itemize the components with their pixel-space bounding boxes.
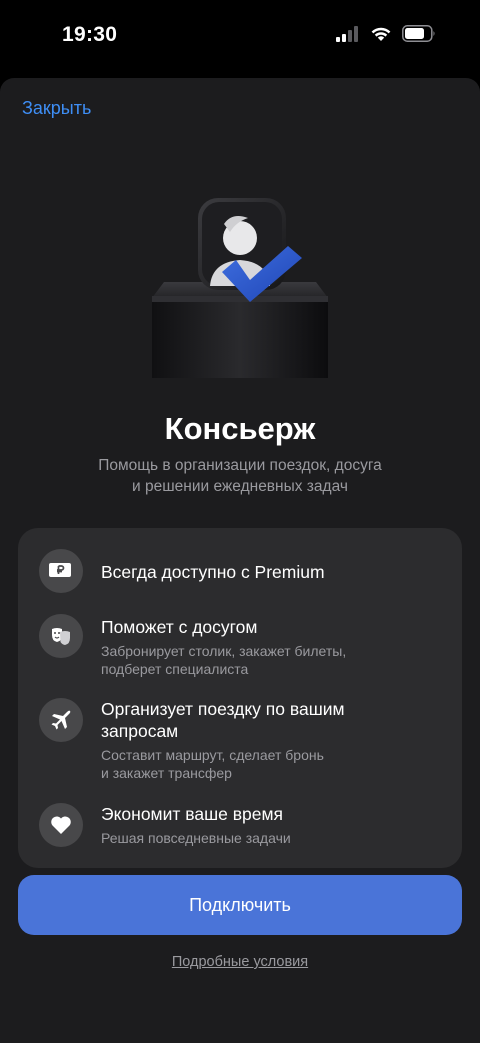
feature-title: Организует поездку по вашим запросам bbox=[101, 698, 446, 742]
page-subtitle: Помощь в организации поездок, досуга и р… bbox=[60, 455, 420, 497]
feature-title-line: запросам bbox=[101, 721, 179, 741]
theater-masks-icon bbox=[39, 614, 83, 658]
page-title: Консьерж bbox=[164, 411, 316, 446]
feature-desc-line: Забронирует столик, закажет билеты, bbox=[101, 643, 347, 659]
status-icons bbox=[336, 25, 436, 42]
feature-title: Всегда доступно с Premium bbox=[101, 562, 325, 582]
heart-icon bbox=[39, 803, 83, 847]
feature-title: Поможет с досугом bbox=[101, 617, 258, 637]
battery-icon bbox=[402, 25, 435, 42]
concierge-sheet: Закрыть Консьерж Помощь в организации по… bbox=[0, 78, 480, 1043]
feature-desc-line: Составит маршрут, сделает бронь bbox=[101, 747, 324, 763]
concierge-illustration-icon bbox=[152, 198, 328, 378]
airplane-icon bbox=[39, 698, 83, 742]
ruble-card-icon bbox=[39, 549, 83, 593]
status-time: 19:30 bbox=[62, 23, 118, 46]
feature-title: Экономит ваше время bbox=[101, 804, 283, 824]
terms-link[interactable]: Подробные условия bbox=[0, 954, 480, 970]
close-button[interactable]: Закрыть bbox=[22, 98, 91, 119]
feature-description: Решая повседневные задачи bbox=[101, 830, 291, 846]
connect-button[interactable]: Подключить bbox=[18, 875, 462, 935]
status-bar: 19:30 bbox=[0, 0, 480, 72]
subtitle-line: и решении ежедневных задач bbox=[132, 478, 348, 495]
cellular-signal-icon bbox=[336, 25, 358, 42]
wifi-icon bbox=[371, 27, 391, 41]
features-card: Всегда доступно с Premium Поможет с досу… bbox=[18, 528, 462, 868]
feature-title-line: Организует поездку по вашим bbox=[101, 699, 345, 719]
feature-description: Забронирует столик, закажет билеты, подб… bbox=[101, 642, 431, 678]
feature-desc-line: и закажет трансфер bbox=[101, 765, 232, 781]
feature-description: Составит маршрут, сделает бронь и закаже… bbox=[101, 746, 431, 782]
subtitle-line: Помощь в организации поездок, досуга bbox=[98, 457, 382, 474]
feature-desc-line: подберет специалиста bbox=[101, 661, 249, 677]
